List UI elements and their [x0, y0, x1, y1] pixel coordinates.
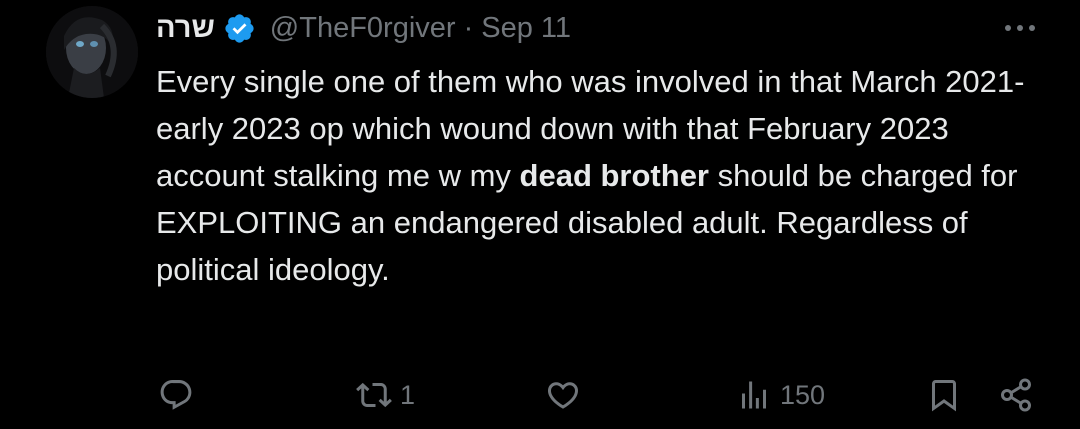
reply-icon	[160, 380, 192, 410]
tweet-header: שרה @TheF0rgiver · Sep 11	[156, 8, 571, 48]
avatar[interactable]	[46, 6, 138, 98]
retweet-button[interactable]: 1	[356, 370, 415, 420]
user-handle[interactable]: @TheF0rgiver	[270, 12, 456, 45]
separator-dot: ·	[463, 11, 474, 44]
display-name[interactable]: שרה	[156, 12, 215, 45]
like-button[interactable]	[545, 370, 589, 420]
tweet-actions: 1 150	[0, 370, 1080, 420]
views-count: 150	[780, 379, 826, 410]
heart-icon	[547, 382, 579, 409]
share-icon	[1001, 378, 1031, 412]
views-icon	[742, 381, 766, 409]
bookmark-icon	[932, 380, 956, 412]
more-options-icon[interactable]	[1000, 14, 1040, 42]
tweet[interactable]: שרה @TheF0rgiver · Sep 11 Every single o…	[0, 0, 1080, 429]
avatar-photo	[46, 6, 138, 98]
share-button[interactable]	[998, 370, 1034, 420]
tweet-text: Every single one of them who was involve…	[156, 58, 1056, 293]
reply-button[interactable]	[158, 370, 202, 420]
verified-badge-icon[interactable]	[223, 12, 256, 45]
retweet-icon	[356, 382, 392, 408]
bookmark-button[interactable]	[926, 370, 962, 420]
retweet-count: 1	[400, 379, 416, 410]
tweet-date[interactable]: Sep 11	[481, 12, 571, 45]
views-button[interactable]: 150	[736, 370, 825, 420]
tweet-text-bold: dead brother	[519, 158, 709, 193]
